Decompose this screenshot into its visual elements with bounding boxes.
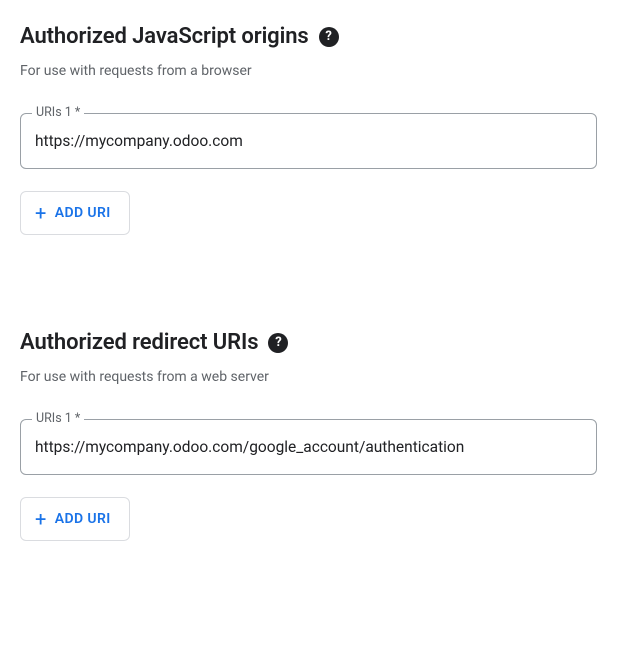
- section-js-origins: Authorized JavaScript origins ? For use …: [20, 24, 597, 235]
- plus-icon: +: [35, 509, 47, 529]
- uri-field-wrap: URIs 1 *: [20, 113, 597, 169]
- uri-field-label: URIs 1 *: [32, 411, 84, 426]
- plus-icon: +: [35, 203, 47, 223]
- add-uri-button-js-origins[interactable]: + ADD URI: [20, 191, 130, 235]
- section-header: Authorized redirect URIs ?: [20, 330, 597, 355]
- help-icon[interactable]: ?: [319, 27, 339, 47]
- section-title-js-origins: Authorized JavaScript origins: [20, 24, 309, 49]
- section-description-js-origins: For use with requests from a browser: [20, 63, 597, 79]
- section-description-redirect-uris: For use with requests from a web server: [20, 369, 597, 385]
- add-uri-button-redirect-uris[interactable]: + ADD URI: [20, 497, 130, 541]
- section-header: Authorized JavaScript origins ?: [20, 24, 597, 49]
- help-icon[interactable]: ?: [268, 333, 288, 353]
- uri-input-redirect-uris[interactable]: [20, 419, 597, 475]
- uri-field-label: URIs 1 *: [32, 105, 84, 120]
- uri-field-wrap: URIs 1 *: [20, 419, 597, 475]
- section-title-redirect-uris: Authorized redirect URIs: [20, 330, 258, 355]
- section-redirect-uris: Authorized redirect URIs ? For use with …: [20, 330, 597, 541]
- add-uri-button-label: ADD URI: [55, 511, 111, 527]
- uri-input-js-origins[interactable]: [20, 113, 597, 169]
- add-uri-button-label: ADD URI: [55, 205, 111, 221]
